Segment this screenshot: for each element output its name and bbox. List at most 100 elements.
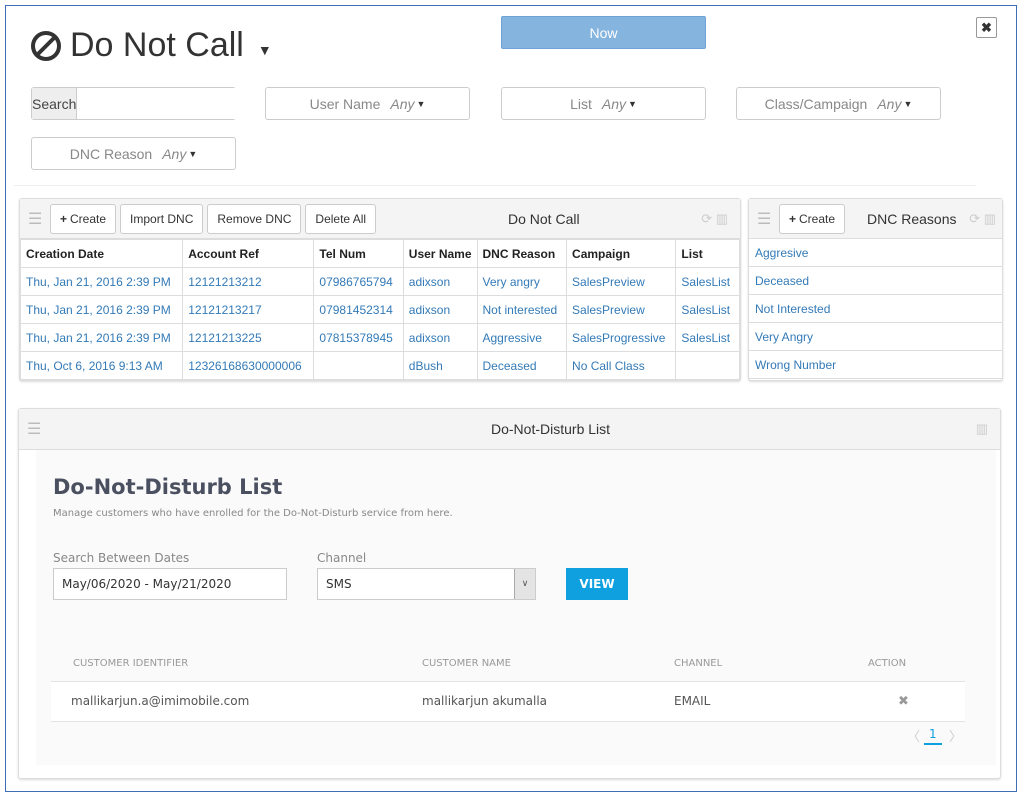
reason-item[interactable]: Not Interested	[749, 295, 1002, 323]
table-row[interactable]: Thu, Jan 21, 2016 2:39 PM 12121213225 0781…	[19, 323, 740, 352]
button-label: Create	[799, 211, 836, 226]
table-cell[interactable]: 07815378945	[313, 323, 404, 352]
customer-name: mallikarjun akumalla	[422, 694, 548, 708]
caret-down-icon: ▼	[628, 98, 637, 109]
table-row[interactable]: Thu, Oct 6, 2016 9:13 AM 1232616863000000…	[19, 351, 740, 380]
remove-dnc-button[interactable]: Remove DNC	[207, 203, 302, 234]
search-label: Search	[32, 88, 78, 119]
table-cell[interactable]: adixson	[402, 323, 478, 352]
class-campaign-filter[interactable]: Class/Campaign Any ▼	[736, 87, 941, 120]
table-cell[interactable]	[313, 351, 404, 380]
table-cell[interactable]: SalesPreview	[566, 295, 677, 324]
table-cell[interactable]: adixson	[402, 295, 478, 324]
view-button[interactable]: VIEW	[566, 568, 628, 600]
table-cell[interactable]: 12121213225	[182, 323, 315, 352]
filter-label: Class/Campaign	[764, 95, 868, 112]
chevron-down-icon: ∨	[514, 569, 535, 599]
table-row[interactable]: Thu, Jan 21, 2016 2:39 PM 12121213217 0798…	[19, 295, 740, 324]
table-cell[interactable]: Thu, Oct 6, 2016 9:13 AM	[19, 351, 184, 380]
table-cell[interactable]: SalesList	[675, 267, 740, 296]
panel-title: DNC Reasons	[867, 210, 957, 227]
reason-item[interactable]: Deceased	[749, 267, 1002, 295]
filter-label: User Name	[309, 95, 381, 112]
now-button[interactable]: Now	[501, 16, 706, 49]
customer-channel: EMAIL	[674, 694, 711, 708]
reason-item[interactable]: Aggresive	[749, 239, 1002, 267]
table-cell[interactable]: Thu, Jan 21, 2016 2:39 PM	[19, 267, 184, 296]
dnc-reasons-panel: ☰ + Create DNC Reasons ⟳ ▥ Aggresive Decea…	[748, 198, 1003, 381]
table-cell[interactable]: SalesList	[675, 323, 740, 352]
table-cell[interactable]: Deceased	[476, 351, 568, 380]
search-group: Search	[31, 87, 255, 120]
table-cell[interactable]: Thu, Jan 21, 2016 2:39 PM	[19, 295, 184, 324]
table-cell[interactable]: SalesList	[675, 295, 740, 324]
table-cell[interactable]: Aggressive	[476, 323, 568, 352]
dnc-table: Creation Date Account Ref Tel Num User Name…	[19, 239, 740, 380]
delete-icon[interactable]: ✖	[898, 693, 909, 709]
caret-down-icon: ▼	[188, 148, 198, 159]
column-header[interactable]: Tel Num	[313, 239, 404, 268]
table-cell[interactable]: Not interested	[476, 295, 568, 324]
col-customer-identifier: CUSTOMER IDENTIFIER	[73, 658, 189, 669]
refresh-chart-icons[interactable]: ⟳ ▥	[701, 211, 728, 227]
caret-down-icon: ▼	[257, 41, 272, 58]
table-cell[interactable]: No Call Class	[566, 351, 677, 380]
col-channel: CHANNEL	[674, 658, 723, 669]
create-button[interactable]: + Create	[50, 203, 117, 234]
refresh-chart-icons[interactable]: ⟳ ▥	[969, 211, 996, 227]
table-cell[interactable]: 12326168630000006	[182, 351, 315, 380]
table-cell[interactable]: SalesPreview	[566, 267, 677, 296]
filter-value: Any	[601, 95, 626, 112]
table-cell[interactable]	[675, 351, 740, 380]
search-input[interactable]	[77, 88, 255, 119]
next-page-icon[interactable]: 〉	[949, 726, 962, 745]
menu-icon[interactable]: ☰	[757, 209, 779, 229]
table-row[interactable]: Thu, Jan 21, 2016 2:39 PM 12121213212 0798…	[19, 267, 740, 296]
date-range-input[interactable]: May/06/2020 - May/21/2020	[53, 568, 287, 600]
column-header[interactable]: List	[675, 239, 740, 268]
table-cell[interactable]: 12121213212	[182, 267, 315, 296]
table-cell[interactable]: dBush	[402, 351, 478, 380]
column-header[interactable]: Campaign	[566, 239, 677, 268]
user-name-filter[interactable]: User Name Any ▼	[265, 87, 470, 120]
dnc-reason-filter[interactable]: DNC Reason Any ▼	[31, 137, 236, 170]
prev-page-icon[interactable]: 〈	[907, 726, 920, 745]
caret-down-icon: ▼	[416, 98, 426, 109]
divider	[14, 185, 976, 186]
table-cell[interactable]: Very angry	[476, 267, 568, 296]
reason-item[interactable]: Very Angry	[749, 323, 1002, 351]
menu-icon[interactable]: ☰	[28, 209, 50, 229]
table-cell[interactable]: 07981452314	[313, 295, 404, 324]
table-cell[interactable]: adixson	[402, 267, 478, 296]
import-dnc-button[interactable]: Import DNC	[120, 203, 204, 234]
filter-value: Any	[877, 95, 902, 112]
create-reason-button[interactable]: + Create	[779, 203, 846, 234]
customer-identifier: mallikarjun.a@imimobile.com	[71, 694, 250, 708]
channel-select[interactable]: SMS ∨	[317, 568, 536, 600]
channel-value: SMS	[326, 577, 352, 591]
panel-title: Do Not Call	[508, 210, 580, 227]
filter-label: DNC Reason	[69, 145, 153, 162]
list-filter[interactable]: List Any ▼	[501, 87, 706, 120]
column-header[interactable]: Creation Date	[19, 239, 184, 268]
menu-icon[interactable]: ☰	[27, 419, 49, 439]
page-1[interactable]: 1	[924, 727, 942, 745]
table-cell[interactable]: Thu, Jan 21, 2016 2:39 PM	[19, 323, 184, 352]
page-title[interactable]: Do Not Call ▼	[30, 26, 272, 65]
filter-value: Any	[390, 95, 415, 112]
column-header[interactable]: Account Ref	[182, 239, 315, 268]
column-header[interactable]: User Name	[402, 239, 478, 268]
close-icon[interactable]: ✖	[976, 17, 997, 38]
table-cell[interactable]: 07986765794	[313, 267, 404, 296]
column-header[interactable]: DNC Reason	[476, 239, 568, 268]
delete-all-button[interactable]: Delete All	[305, 203, 377, 234]
table-cell[interactable]: SalesProgressive	[566, 323, 677, 352]
title-text: Do Not Call	[70, 26, 244, 64]
reason-item[interactable]: Wrong Number	[749, 351, 1002, 379]
chart-icon[interactable]: ▥	[976, 421, 988, 437]
col-action: ACTION	[868, 658, 907, 669]
table-cell[interactable]: 12121213217	[182, 295, 315, 324]
dnd-title: Do-Not-Disturb List	[53, 475, 283, 499]
ban-icon	[31, 30, 61, 61]
date-label: Search Between Dates	[53, 551, 190, 565]
